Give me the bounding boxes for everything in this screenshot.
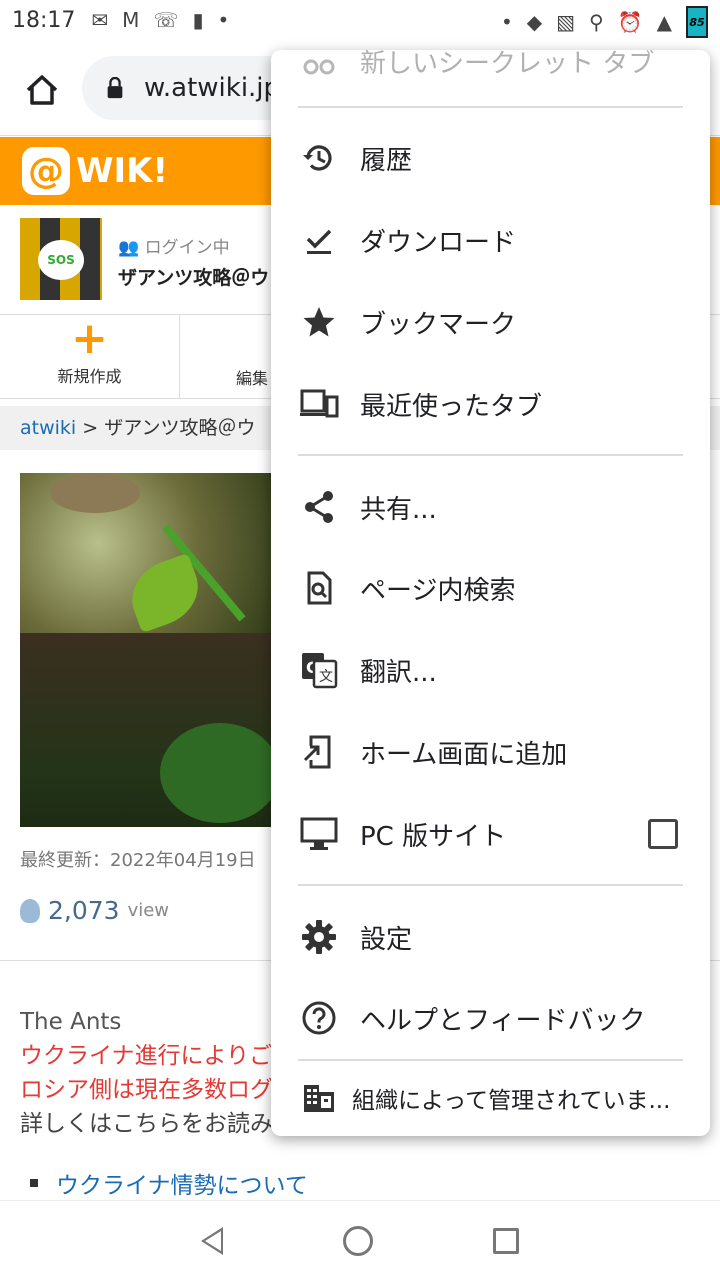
add-to-home-screen-icon — [299, 732, 339, 772]
lock-icon — [107, 77, 123, 99]
menu-item-incognito[interactable]: 新しいシークレット タブ — [271, 50, 710, 102]
home-icon — [26, 75, 58, 105]
breadcrumb-current: > ザアンツ攻略＠ウ — [76, 417, 256, 439]
medal-icon — [20, 898, 40, 923]
desktop-site-checkbox[interactable] — [648, 819, 678, 849]
status-time: 18:17 — [12, 7, 76, 33]
back-button[interactable] — [201, 1226, 223, 1255]
home-button[interactable] — [22, 70, 62, 110]
help-icon — [299, 998, 339, 1038]
dot-icon: • — [217, 8, 230, 32]
desktop-icon — [299, 814, 339, 854]
menu-item-help[interactable]: ヘルプとフィードバック — [271, 977, 710, 1059]
menu-separator — [298, 106, 683, 108]
edit-button[interactable]: 編集 — [236, 365, 268, 389]
breadcrumb-root-link[interactable]: atwiki — [20, 417, 76, 439]
vibrate-icon: ◆ — [526, 10, 543, 34]
svg-text:文: 文 — [319, 669, 333, 685]
last-updated: 最終更新：2022年04月19日 — [20, 850, 256, 871]
menu-item-add-to-home[interactable]: ホーム画面に追加 — [271, 711, 710, 793]
view-counter: 2,073 view — [20, 896, 169, 925]
home-nav-button[interactable] — [343, 1225, 373, 1256]
plus-icon: + — [71, 313, 108, 364]
login-status: 👥 ログイン中 — [118, 238, 230, 258]
menu-item-settings[interactable]: 設定 — [271, 896, 710, 978]
menu-item-find-in-page[interactable]: ページ内検索 — [271, 547, 710, 629]
avatar-face-icon: SOS — [38, 240, 84, 280]
location-icon: ⚲ — [589, 10, 604, 34]
sd-card-icon: ▮ — [192, 8, 204, 32]
menu-item-bookmarks[interactable]: ブックマーク — [271, 281, 710, 363]
page-content: The Ants ウクライナ進行によりご ロシア側は現在多数ログ 詳しくはこちら… — [20, 1009, 273, 1137]
dot-icon: • — [500, 10, 513, 34]
translate-icon: G文 — [299, 650, 339, 690]
menu-separator — [298, 454, 683, 456]
avatar[interactable]: SOS — [20, 218, 102, 300]
overflow-menu: 新しいシークレット タブ 履歴 ダウンロード ブックマーク 最近使ったタブ 共有… — [271, 50, 710, 1136]
business-icon — [299, 1078, 339, 1118]
status-bar: 18:17 ✉ M ☏ ▮ • • ◆ ▧ ⚲ ⏰ ▲ 85 — [0, 0, 720, 40]
star-icon — [299, 302, 339, 342]
at-logo-icon: @ — [22, 147, 70, 195]
hero-image — [20, 473, 280, 827]
gear-icon — [299, 917, 339, 957]
menu-item-downloads[interactable]: ダウンロード — [271, 199, 710, 281]
menu-item-translate[interactable]: G文 翻訳... — [271, 629, 710, 711]
menu-item-recent-tabs[interactable]: 最近使ったタブ — [271, 363, 710, 445]
find-in-page-icon — [299, 568, 339, 608]
devices-icon — [299, 384, 339, 424]
nfc-icon: ▧ — [556, 10, 576, 34]
battery-icon: 85 — [686, 6, 708, 38]
menu-item-desktop-site[interactable]: PC 版サイト — [271, 793, 710, 875]
alarm-icon: ⏰ — [617, 10, 643, 34]
site-logo[interactable]: @ WIK! — [22, 147, 168, 195]
incognito-icon — [299, 50, 339, 81]
download-done-icon — [299, 220, 339, 260]
ukraine-info-link[interactable]: ウクライナ情勢について — [30, 1166, 308, 1200]
system-nav-bar — [0, 1200, 720, 1280]
menu-item-share[interactable]: 共有... — [271, 466, 710, 548]
gmail-icon: M — [122, 8, 140, 32]
menu-item-history[interactable]: 履歴 — [271, 117, 710, 199]
url-text: w.atwiki.jp/ — [144, 73, 289, 103]
wiki-name[interactable]: ザアンツ攻略＠ウ — [118, 263, 269, 290]
wifi-calling-icon: ☏ — [153, 8, 179, 32]
menu-item-managed[interactable]: 組織によって管理されていま... — [271, 1057, 710, 1136]
share-icon — [299, 487, 339, 527]
history-icon — [299, 138, 339, 178]
notification-icon: ✉ — [91, 8, 109, 32]
menu-separator — [298, 884, 683, 886]
new-page-button[interactable]: + 新規作成 — [0, 315, 180, 399]
signal-icon: ▲ — [656, 10, 672, 34]
recents-button[interactable] — [493, 1227, 519, 1254]
